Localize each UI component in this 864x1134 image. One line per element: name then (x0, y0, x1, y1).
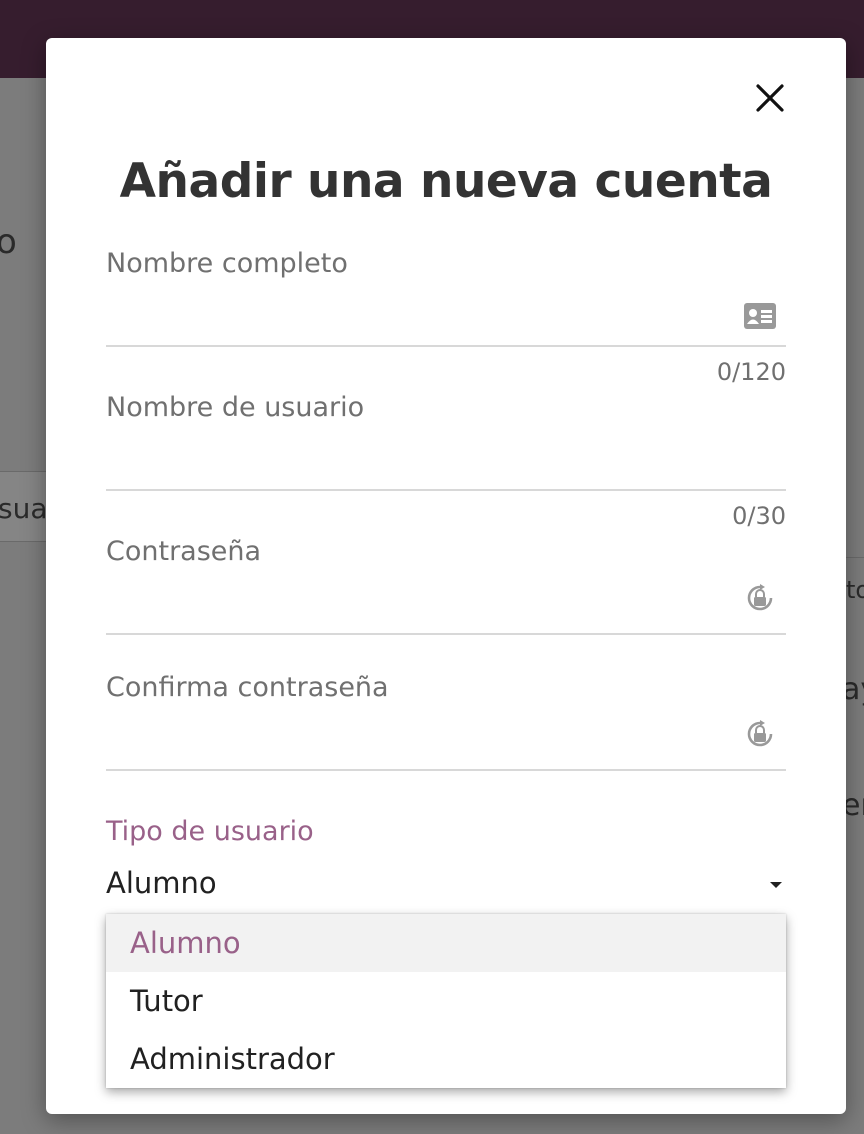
user-type-label: Tipo de usuario (106, 816, 314, 847)
background-text-fragment: o (0, 222, 17, 262)
username-field: Nombre de usuario 0/30 (106, 392, 786, 530)
close-icon (756, 84, 784, 112)
background-text-fragment: sua (0, 492, 48, 525)
id-card-icon (742, 298, 778, 334)
confirm-password-underline (106, 769, 786, 771)
background-text-fragment: to (846, 576, 864, 604)
dropdown-option-tutor[interactable]: Tutor (106, 972, 786, 1030)
confirm-password-field: Confirma contraseña (106, 672, 786, 772)
username-label: Nombre de usuario (106, 392, 365, 423)
password-underline (106, 633, 786, 635)
user-type-select[interactable]: Tipo de usuario Alumno (106, 816, 786, 926)
username-input[interactable] (106, 428, 726, 476)
full-name-field: Nombre completo 0/120 (106, 248, 786, 386)
caret-down-icon (770, 882, 782, 888)
full-name-char-counter: 0/120 (716, 358, 786, 386)
password-input[interactable] (106, 572, 726, 620)
lock-refresh-icon[interactable] (742, 582, 778, 618)
password-label: Contraseña (106, 536, 262, 567)
add-account-dialog: Añadir una nueva cuenta Nombre completo … (46, 38, 846, 1114)
full-name-input[interactable] (106, 284, 726, 332)
confirm-password-label: Confirma contraseña (106, 672, 389, 703)
lock-refresh-icon[interactable] (742, 718, 778, 754)
dialog-title: Añadir una nueva cuenta (119, 154, 773, 209)
confirm-password-input[interactable] (106, 708, 726, 756)
full-name-underline (106, 345, 786, 347)
close-button[interactable] (746, 74, 794, 122)
username-underline (106, 489, 786, 491)
dropdown-option-alumno[interactable]: Alumno (106, 914, 786, 972)
full-name-label: Nombre completo (106, 248, 348, 279)
dropdown-option-administrador[interactable]: Administrador (106, 1030, 786, 1088)
user-type-selected-value: Alumno (106, 866, 217, 900)
username-char-counter: 0/30 (732, 502, 786, 530)
password-field: Contraseña (106, 536, 786, 636)
user-type-dropdown-menu: Alumno Tutor Administrador (106, 914, 786, 1088)
